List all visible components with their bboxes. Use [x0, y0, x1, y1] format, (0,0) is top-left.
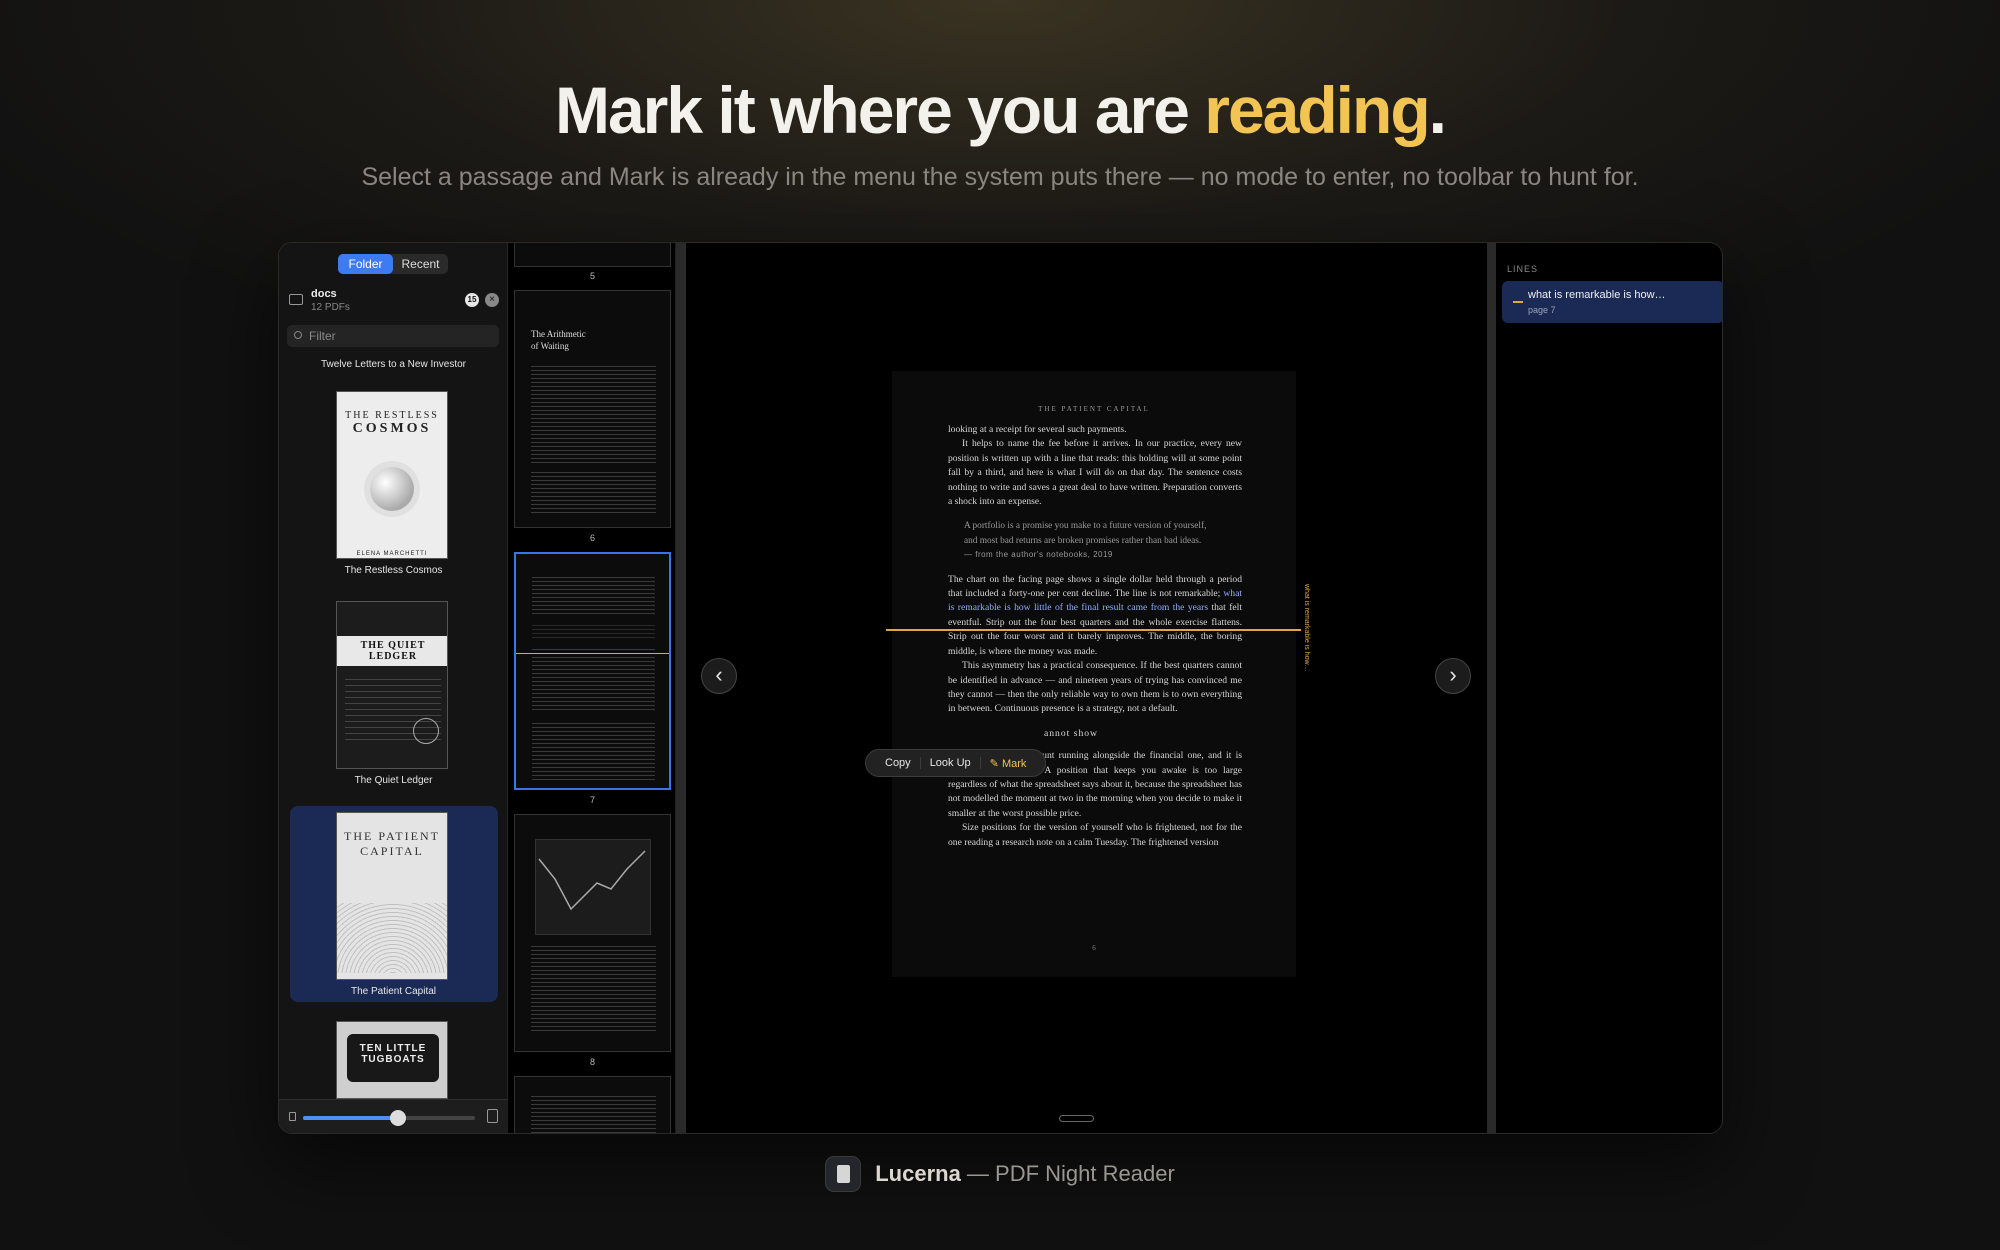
- thumbnail-page-number: 5: [589, 271, 595, 281]
- book-cover: THE RESTLESS COSMOS ELENA MARCHETTI: [336, 391, 448, 559]
- thumbnail-page-number: 6: [589, 533, 595, 543]
- mark-line: [886, 629, 1301, 631]
- book-cover: THE QUIET LEDGER: [336, 601, 448, 769]
- folder-row[interactable]: docs 12 PDFs 15 ×: [289, 288, 499, 318]
- thumbnail-page[interactable]: [514, 1076, 671, 1133]
- folder-badge: 15: [465, 293, 479, 307]
- close-folder-icon[interactable]: ×: [485, 293, 499, 307]
- tab-folder[interactable]: Folder: [338, 254, 393, 274]
- hero-subhead: Select a passage and Mark is already in …: [361, 163, 1639, 191]
- paragraph: It helps to name the fee before it arriv…: [948, 438, 1242, 508]
- lines-panel: LINES what is remarkable is how… page 7: [1496, 243, 1722, 1133]
- filter-input[interactable]: [309, 325, 489, 347]
- reader-view: THE PATIENT CAPITAL looking at a receipt…: [686, 243, 1487, 1133]
- brand-tagline: — PDF Night Reader: [960, 1161, 1175, 1186]
- hero-headline: Mark it where you are reading.: [555, 73, 1447, 147]
- line-item-page: page 7: [1528, 305, 1556, 315]
- mark-menu-item[interactable]: ✎ Mark: [981, 757, 1036, 770]
- paragraph: This asymmetry has a practical consequen…: [948, 660, 1242, 715]
- folder-icon: [289, 294, 303, 305]
- page-thumbnails: 5 The Arithmetic of Waiting 6 7 8: [508, 243, 676, 1133]
- look-up-menu-item[interactable]: Look Up: [921, 757, 981, 769]
- large-page-icon: [487, 1109, 498, 1123]
- pencil-icon: ✎: [989, 757, 1002, 770]
- paragraph: Size positions for the version of yourse…: [948, 822, 1242, 848]
- search-icon: [294, 331, 302, 339]
- book-title: The Patient Capital: [350, 986, 437, 997]
- book-title: The Quiet Ledger: [354, 775, 433, 786]
- pull-quote: A portfolio is a promise you make to a f…: [964, 521, 1207, 560]
- stamp-icon: [413, 718, 439, 744]
- folder-count: 12 PDFs: [311, 302, 350, 313]
- line-item[interactable]: what is remarkable is how… page 7: [1502, 281, 1722, 323]
- thumbnail-page[interactable]: The Arithmetic of Waiting: [514, 290, 671, 528]
- copy-menu-item[interactable]: Copy: [876, 757, 921, 769]
- book-cover: THE PATIENT CAPITAL: [336, 812, 448, 980]
- thumbnail-page-number: 7: [589, 795, 595, 805]
- page-body[interactable]: looking at a receipt for several such pa…: [948, 423, 1242, 850]
- paragraph-highlighted: The chart on the facing page shows a sin…: [948, 573, 1242, 657]
- running-head: THE PATIENT CAPITAL: [1038, 405, 1150, 413]
- library-segmented-control: Folder Recent: [338, 254, 448, 274]
- bottom-handle[interactable]: [1059, 1115, 1094, 1122]
- mark-indicator: [1513, 301, 1523, 303]
- chart-thumbnail: [538, 850, 646, 911]
- zoom-slider-knob[interactable]: [389, 1110, 406, 1126]
- context-menu: Copy Look Up ✎ Mark: [865, 749, 1047, 777]
- thumbnails-divider[interactable]: [676, 243, 686, 1133]
- book-cover: TEN LITTLE TUGBOATS: [336, 1021, 448, 1099]
- folder-name: docs: [311, 288, 337, 300]
- book-restless-cosmos[interactable]: THE RESTLESS COSMOS ELENA MARCHETTI The …: [290, 371, 498, 586]
- tab-recent[interactable]: Recent: [393, 254, 448, 274]
- book-ten-little-tugboats[interactable]: TEN LITTLE TUGBOATS: [290, 1021, 498, 1099]
- book-quiet-ledger[interactable]: THE QUIET LEDGER The Quiet Ledger: [290, 591, 498, 791]
- thumbnail-page-current[interactable]: [514, 552, 671, 790]
- sidebar-footer: [279, 1099, 508, 1133]
- document-page: THE PATIENT CAPITAL looking at a receipt…: [892, 371, 1296, 977]
- brand-footer: Lucerna — PDF Night Reader: [0, 1156, 2000, 1192]
- small-page-icon: [289, 1112, 296, 1121]
- book-title: The Restless Cosmos: [344, 565, 443, 576]
- section-heading: annot show: [1044, 727, 1098, 739]
- thumbnail-page[interactable]: [514, 814, 671, 1052]
- zoom-slider[interactable]: [303, 1110, 475, 1126]
- lines-heading: LINES: [1507, 264, 1539, 274]
- app-window: Folder Recent docs 12 PDFs 15 × Twelve L…: [278, 242, 1723, 1134]
- filter-field[interactable]: [287, 325, 499, 347]
- shelf-heading: Twelve Letters to a New Investor: [320, 359, 467, 370]
- brand-name: Lucerna: [875, 1161, 961, 1186]
- thumbnail-page-number: 8: [589, 1057, 595, 1067]
- page-number: 6: [1092, 944, 1096, 952]
- library-sidebar: Folder Recent docs 12 PDFs 15 × Twelve L…: [279, 243, 508, 1133]
- next-page-button[interactable]: ›: [1435, 658, 1471, 694]
- headline-accent: reading: [1204, 73, 1430, 147]
- paragraph: looking at a receipt for several such pa…: [948, 424, 1127, 435]
- previous-page-button[interactable]: ‹: [701, 658, 737, 694]
- thumbnail-page[interactable]: [514, 243, 671, 267]
- planet-icon: [370, 467, 414, 511]
- book-patient-capital[interactable]: THE PATIENT CAPITAL The Patient Capital: [290, 806, 498, 1002]
- margin-note: what is remarkable is how…: [1303, 584, 1310, 672]
- app-icon: [825, 1156, 862, 1192]
- line-item-text: what is remarkable is how…: [1528, 289, 1666, 301]
